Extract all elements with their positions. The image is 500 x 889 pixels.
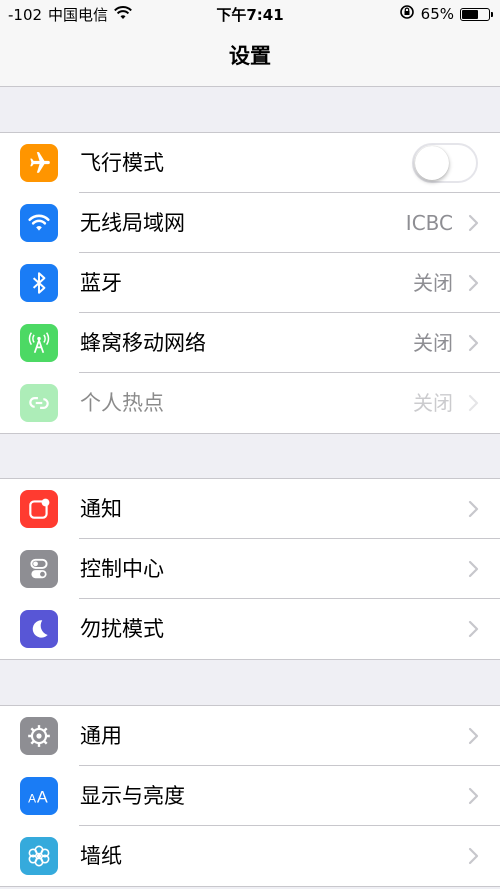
chevron-right-icon [468,847,480,865]
chevron-right-icon [468,500,480,518]
settings-row-label: 个人热点 [80,391,164,415]
settings-row-label: 蓝牙 [80,271,122,295]
settings-row-gear[interactable]: 通用 [0,706,500,766]
status-right: 65% [399,4,493,24]
page-title: 设置 [0,28,500,87]
battery-level [462,9,479,19]
settings-row-label: 飞行模式 [80,151,164,175]
settings-row-label: 无线局域网 [80,211,185,235]
chevron-right-icon [468,214,480,232]
settings-row-airplane[interactable]: 飞行模式 [0,133,500,193]
settings-row-bluetooth[interactable]: 蓝牙 关闭 [0,253,500,313]
settings-row-value: 关闭 [413,331,453,355]
gear-icon [20,717,58,755]
airplane-mode-toggle[interactable] [412,143,478,183]
settings-row-control-center[interactable]: 控制中心 [0,539,500,599]
settings-row-value: ICBC [405,211,453,235]
settings-group: 通用 A A 显示与亮度墙纸 [0,705,500,887]
chevron-right-icon [468,334,480,352]
battery-percent: 65% [420,5,454,23]
chevron-right-icon [468,727,480,745]
orientation-lock-icon [399,4,415,24]
settings-row-label: 通知 [80,497,122,521]
settings-row-label: 显示与亮度 [80,784,185,808]
settings-row-display[interactable]: A A 显示与亮度 [0,766,500,826]
bluetooth-icon [20,264,58,302]
chevron-right-icon [468,620,480,638]
settings-row-label: 墙纸 [80,844,122,868]
wallpaper-icon [20,837,58,875]
battery-icon [460,7,493,21]
cellular-icon [20,324,58,362]
settings-row-moon[interactable]: 勿扰模式 [0,599,500,659]
hotspot-icon [20,384,58,422]
settings-row-value: 关闭 [413,271,453,295]
chevron-right-icon [468,394,480,412]
chevron-right-icon [468,787,480,805]
settings-row-label: 勿扰模式 [80,617,164,641]
svg-text:A: A [37,789,48,807]
settings-row-cellular[interactable]: 蜂窝移动网络 关闭 [0,313,500,373]
settings-group: 通知控制中心勿扰模式 [0,478,500,660]
settings-row-hotspot[interactable]: 个人热点 关闭 [0,373,500,433]
status-bar: -102 中国电信 下午7:41 65% [0,0,500,28]
notifications-icon [20,490,58,528]
settings-group: 飞行模式 无线局域网 ICBC 蓝牙 关闭 蜂窝移动网络 关闭 个人热点 关闭 [0,132,500,434]
display-icon: AA [20,777,58,815]
settings-row-notifications[interactable]: 通知 [0,479,500,539]
settings-row-label: 通用 [80,724,122,748]
moon-icon [20,610,58,648]
control-center-icon [20,550,58,588]
airplane-icon [20,144,58,182]
settings-row-label: 蜂窝移动网络 [80,331,206,355]
settings-row-value: 关闭 [413,391,453,415]
settings-row-label: 控制中心 [80,557,164,581]
settings-row-wallpaper[interactable]: 墙纸 [0,826,500,886]
svg-text:A: A [28,792,36,806]
toggle-knob [415,146,449,180]
settings-row-wifi[interactable]: 无线局域网 ICBC [0,193,500,253]
chevron-right-icon [468,560,480,578]
wifi-icon [20,204,58,242]
chevron-right-icon [468,274,480,292]
